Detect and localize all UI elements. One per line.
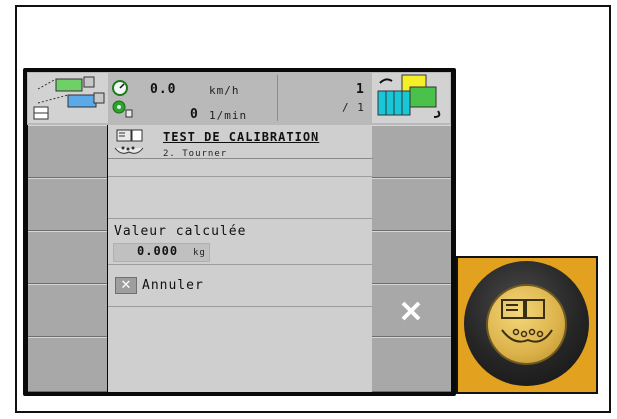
section-current: 1 (356, 82, 365, 97)
divider-3 (108, 264, 372, 265)
section-control-tile[interactable] (372, 73, 450, 123)
cancel-label[interactable]: Annuler (142, 278, 204, 293)
value-readout: 0.000 (137, 244, 179, 258)
cancel-checkbox[interactable]: ✕ (115, 277, 137, 294)
divider-4 (108, 306, 372, 307)
speed-value: 0.0 (150, 82, 177, 97)
field-map-icon (33, 76, 105, 120)
divider-1 (108, 176, 372, 177)
dialog-header (108, 126, 373, 159)
calibration-icon (501, 299, 553, 343)
divider-2 (108, 218, 372, 219)
close-icon (401, 301, 421, 321)
rpm-unit: 1/min (209, 109, 248, 122)
left-soft-key-2[interactable] (28, 178, 107, 231)
left-soft-key-4[interactable] (28, 284, 107, 337)
field-map-tile[interactable] (28, 73, 108, 123)
value-label: Valeur calculée (114, 224, 247, 239)
knob-button-face[interactable] (486, 284, 567, 365)
speed-unit: km/h (209, 84, 240, 97)
value-unit: kg (193, 248, 206, 258)
status-divider (277, 75, 278, 121)
left-soft-key-3[interactable] (28, 231, 107, 284)
right-soft-key-5[interactable] (372, 337, 451, 392)
speed-gauge-icon (112, 80, 128, 96)
section-total: / 1 (342, 101, 365, 114)
right-soft-key-2[interactable] (372, 178, 451, 231)
rpm-value: 0 (190, 107, 199, 122)
right-soft-key-3[interactable] (372, 231, 451, 284)
section-control-icon (377, 74, 441, 118)
right-soft-key-1[interactable] (372, 125, 451, 178)
left-soft-key-1[interactable] (28, 125, 107, 178)
left-soft-key-5[interactable] (28, 337, 107, 392)
cancel-soft-key[interactable] (372, 284, 451, 337)
rpm-icon (112, 100, 133, 118)
